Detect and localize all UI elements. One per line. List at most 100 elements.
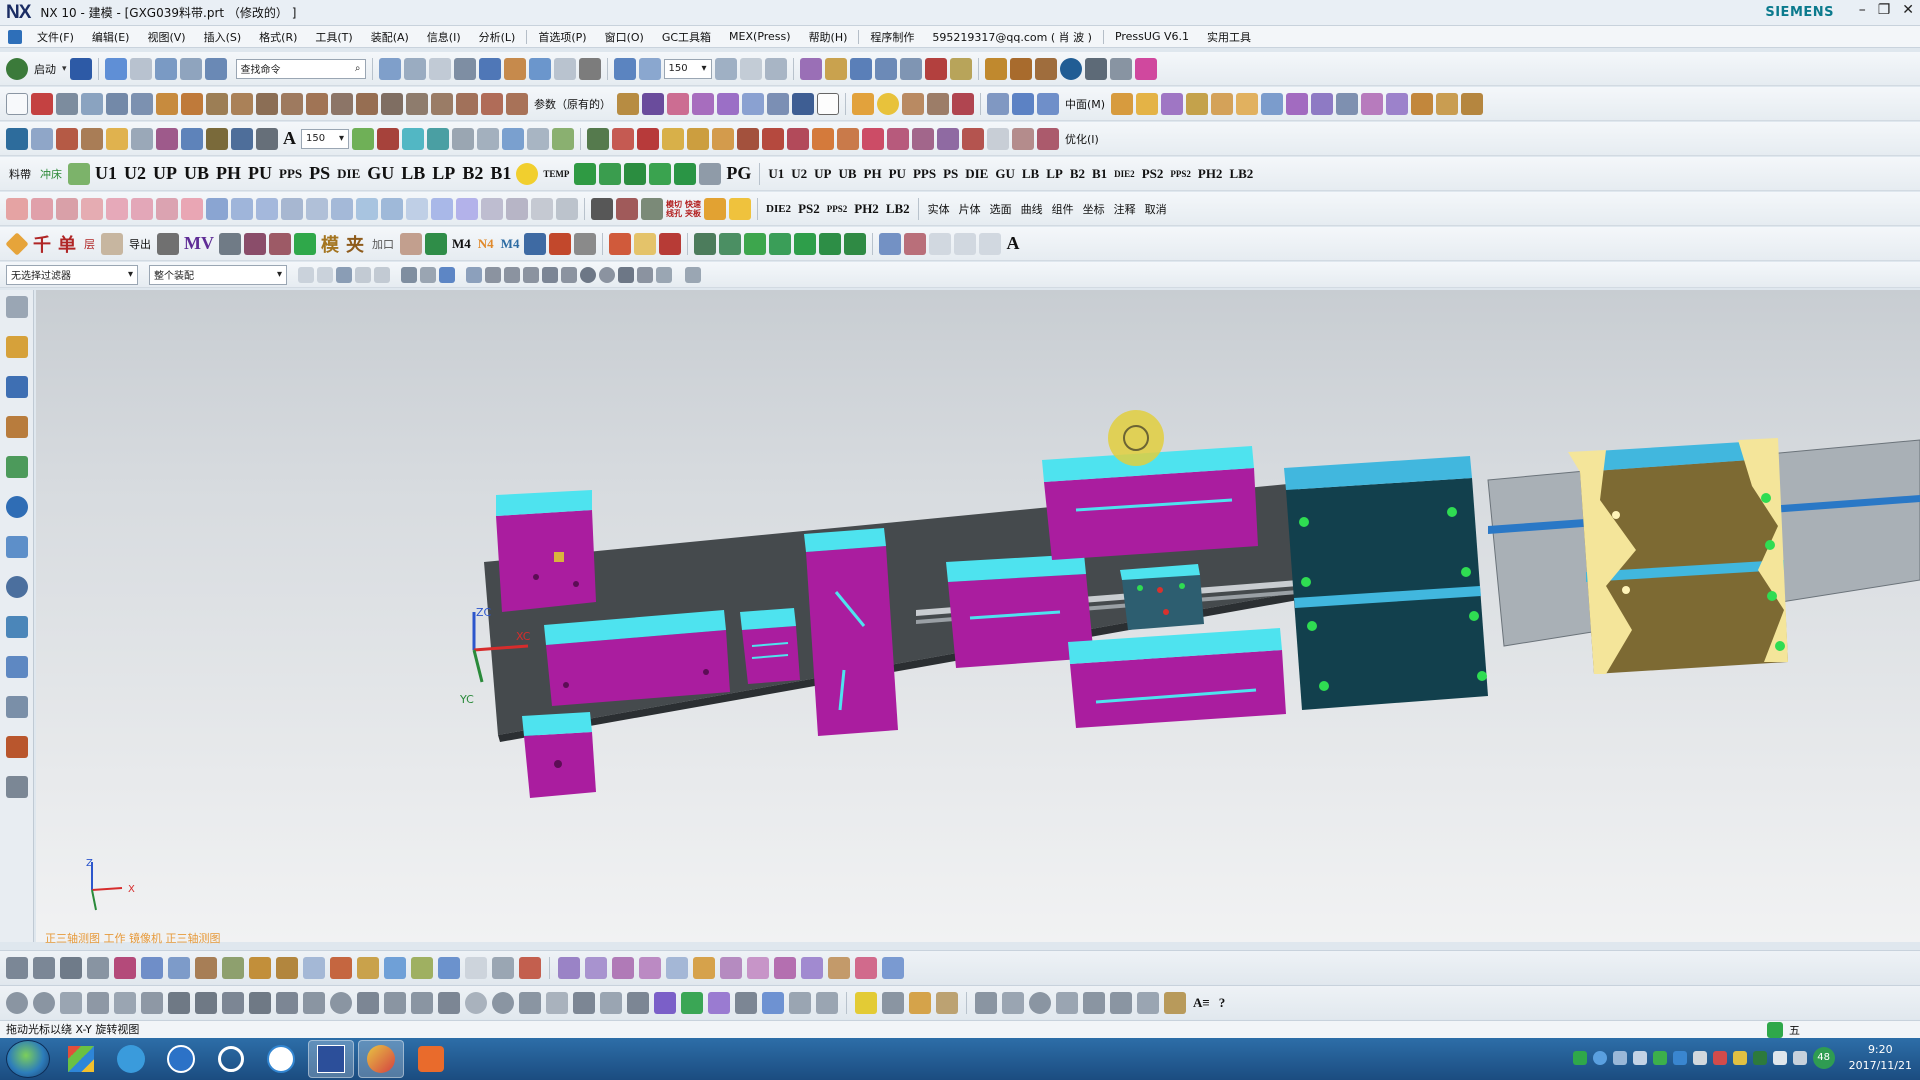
surface-icon[interactable] <box>987 92 1009 115</box>
pu-small-button[interactable]: PU <box>887 166 908 182</box>
axis-icon[interactable] <box>256 127 278 150</box>
globe-icon[interactable] <box>1059 57 1082 80</box>
text-curve-icon[interactable] <box>330 956 352 979</box>
snap-point-icon[interactable] <box>466 266 482 283</box>
clock-icon[interactable] <box>1029 991 1051 1014</box>
filter-note-button[interactable]: 注释 <box>1111 201 1139 217</box>
o-ring-icon[interactable] <box>516 162 539 185</box>
clamp-button[interactable]: 夹 <box>344 231 366 257</box>
hang-icon[interactable] <box>574 232 597 255</box>
auto-dimension-icon[interactable] <box>627 991 649 1014</box>
component-props-icon[interactable] <box>975 991 997 1014</box>
rotate-icon[interactable] <box>219 232 241 255</box>
insert-note-icon[interactable] <box>352 127 374 150</box>
slot-icon[interactable] <box>231 197 253 220</box>
pocket-icon[interactable] <box>206 197 228 220</box>
copy-icon[interactable] <box>204 57 227 80</box>
filter-solid-button[interactable]: 实体 <box>925 201 953 217</box>
flag-icon[interactable] <box>612 127 634 150</box>
drawing-sketch-icon[interactable] <box>762 991 784 1014</box>
pull-face-icon[interactable] <box>667 92 689 115</box>
snap-center-icon[interactable] <box>580 266 596 283</box>
menu-program[interactable]: 程序制作 <box>861 29 923 45</box>
table-icon[interactable] <box>452 127 474 150</box>
part-d-icon[interactable] <box>837 127 859 150</box>
move-icon[interactable] <box>179 57 202 80</box>
csys-icon[interactable] <box>764 57 787 80</box>
section-surface-icon[interactable] <box>1361 92 1384 115</box>
maximize-button[interactable]: ❐ <box>1878 2 1891 18</box>
b2-button[interactable]: B2 <box>460 163 485 184</box>
menu-help[interactable]: 帮助(H) <box>800 29 857 45</box>
graphics-window[interactable]: ZC XC YC Z X 正三轴测图 工作 镜像机 正三轴测图 <box>36 290 1920 945</box>
offset-sketch-icon[interactable] <box>438 991 460 1014</box>
save-icon[interactable] <box>69 57 92 80</box>
view-sketch-icon[interactable] <box>789 991 811 1014</box>
hammer-icon[interactable] <box>909 991 931 1014</box>
tap-icon[interactable] <box>524 232 547 255</box>
ph-small-button[interactable]: PH <box>862 166 884 182</box>
brush-icon[interactable] <box>882 991 904 1014</box>
mirror-curve-icon[interactable] <box>411 991 433 1014</box>
punch-icon[interactable] <box>56 197 78 220</box>
parking-icon[interactable] <box>855 991 877 1014</box>
taskbar-app-ie[interactable] <box>108 1040 154 1078</box>
blend-icon[interactable] <box>256 92 278 115</box>
patch-icon[interactable] <box>1111 92 1134 115</box>
app-menu-icon[interactable] <box>8 29 22 44</box>
hierarchy-icon[interactable] <box>1083 991 1105 1014</box>
part-e-icon[interactable] <box>862 127 884 150</box>
move-face-icon[interactable] <box>642 92 664 115</box>
mv-button[interactable]: MV <box>182 233 216 254</box>
menu-preferences[interactable]: 首选项(P) <box>529 29 595 45</box>
layout-icon[interactable] <box>403 57 426 80</box>
select-all-icon[interactable] <box>298 266 314 283</box>
untrim-icon[interactable] <box>1236 92 1259 115</box>
yellow-block-icon[interactable] <box>634 232 657 255</box>
block-icon[interactable] <box>792 92 814 115</box>
snap-curve-icon[interactable] <box>523 266 539 283</box>
part-a-icon[interactable] <box>762 127 784 150</box>
close-die-icon[interactable] <box>674 162 697 185</box>
lb-small-button[interactable]: LB <box>1020 166 1041 182</box>
line-icon[interactable] <box>106 92 128 115</box>
display-tray-icon[interactable] <box>1672 1051 1687 1065</box>
ellipse-icon[interactable] <box>330 991 352 1014</box>
sogou-ime-icon[interactable] <box>1767 1022 1783 1038</box>
temp-button[interactable]: TEMP <box>541 169 571 179</box>
snap-face-icon[interactable] <box>656 266 672 283</box>
cavity-icon[interactable] <box>106 197 128 220</box>
start-button[interactable]: 启动 <box>31 61 59 77</box>
face-pull-icon[interactable] <box>269 232 291 255</box>
lb2-button[interactable]: LB2 <box>884 201 912 217</box>
taskbar-app-nx[interactable] <box>308 1040 354 1078</box>
group-a-icon[interactable] <box>406 197 428 220</box>
join-curve-icon[interactable] <box>249 956 271 979</box>
cut-icon[interactable] <box>31 197 53 220</box>
selection-filter-select[interactable]: 无选择过滤器 ▾ <box>6 264 138 285</box>
background-icon[interactable] <box>553 57 576 80</box>
template-icon[interactable] <box>1034 57 1057 80</box>
render-style-icon[interactable] <box>453 57 476 80</box>
star-icon[interactable] <box>1002 991 1024 1014</box>
face-blend-icon[interactable] <box>1311 92 1334 115</box>
through-curves-icon[interactable] <box>1012 92 1034 115</box>
sew-icon[interactable] <box>506 92 528 115</box>
strip-layout-button[interactable]: 料帶 <box>6 166 34 182</box>
part-i-icon[interactable] <box>962 127 984 150</box>
part-navigator-icon[interactable] <box>6 416 28 438</box>
chamfer-icon[interactable] <box>281 92 303 115</box>
group-b-icon[interactable] <box>431 197 453 220</box>
roles-icon[interactable] <box>6 656 28 678</box>
pps-small-button[interactable]: PPS <box>911 166 938 182</box>
start-button[interactable] <box>6 1040 50 1078</box>
wire-icon[interactable] <box>481 197 503 220</box>
display-toggle-icon[interactable] <box>377 127 399 150</box>
menu-format[interactable]: 格式(R) <box>250 29 306 45</box>
menu-file[interactable]: 文件(F) <box>28 29 83 45</box>
face-select-icon[interactable] <box>439 266 455 283</box>
lower-icon[interactable] <box>624 162 647 185</box>
curve-analysis-icon[interactable] <box>849 57 872 80</box>
absolute-icon[interactable] <box>659 232 682 255</box>
split-icon[interactable] <box>381 92 403 115</box>
